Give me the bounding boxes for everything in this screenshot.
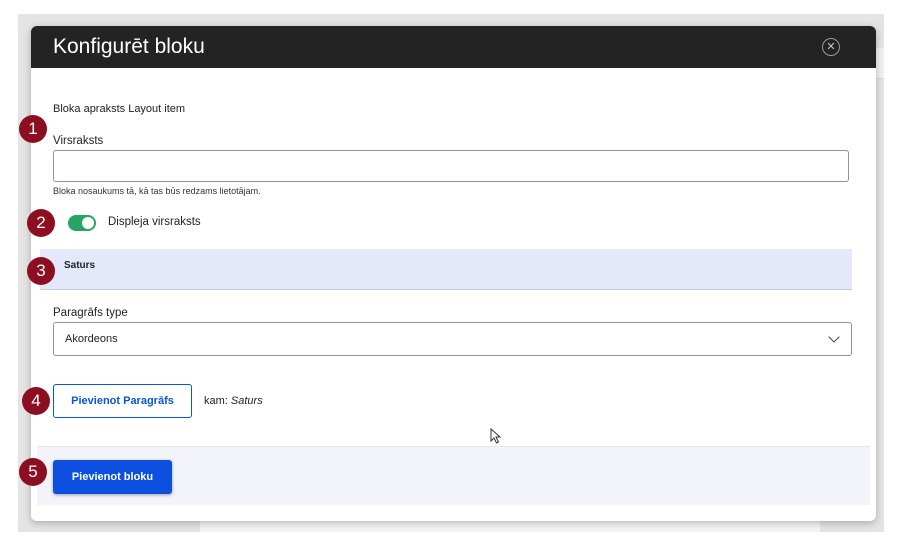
add-block-button[interactable]: Pievienot bloku: [53, 460, 172, 494]
title-field-hint: Bloka nosaukums tā, kā tas būs redzams l…: [53, 186, 261, 196]
target-name: Saturs: [230, 395, 263, 407]
paragraph-type-value: Akordeons: [65, 333, 118, 345]
close-icon[interactable]: ✕: [822, 38, 840, 56]
toggle-knob: [82, 217, 94, 229]
annotation-badge-1: 1: [19, 115, 47, 143]
annotation-badge-2: 2: [27, 209, 55, 237]
configure-block-dialog: Konfigurēt bloku ✕ Bloka apraksts Layout…: [31, 26, 876, 521]
block-description: Bloka apraksts Layout item: [53, 103, 186, 115]
add-paragraph-button[interactable]: Pievienot Paragrāfs: [53, 384, 192, 418]
dialog-footer: Pievienot bloku: [37, 446, 870, 505]
dialog-titlebar: Konfigurēt bloku ✕: [31, 26, 876, 68]
title-input[interactable]: [53, 150, 849, 182]
paragraph-type-select[interactable]: Akordeons: [53, 322, 852, 356]
display-title-toggle[interactable]: [68, 215, 96, 231]
content-section-header: Saturs: [40, 249, 852, 290]
chevron-down-icon: [828, 331, 840, 343]
annotation-badge-4: 4: [22, 387, 50, 415]
annotation-badge-3: 3: [27, 257, 55, 285]
target-prefix: kam:: [204, 395, 228, 407]
display-title-label: Displeja virsraksts: [108, 216, 201, 228]
mouse-pointer-icon: [490, 428, 502, 444]
annotation-badge-5: 5: [19, 458, 47, 486]
title-field-label: Virsraksts: [53, 135, 104, 147]
dialog-title: Konfigurēt bloku: [53, 35, 205, 58]
add-paragraph-target: kam: Saturs: [204, 395, 263, 407]
paragraph-type-label: Paragrāfs type: [53, 307, 128, 319]
section-title: Saturs: [64, 260, 96, 271]
